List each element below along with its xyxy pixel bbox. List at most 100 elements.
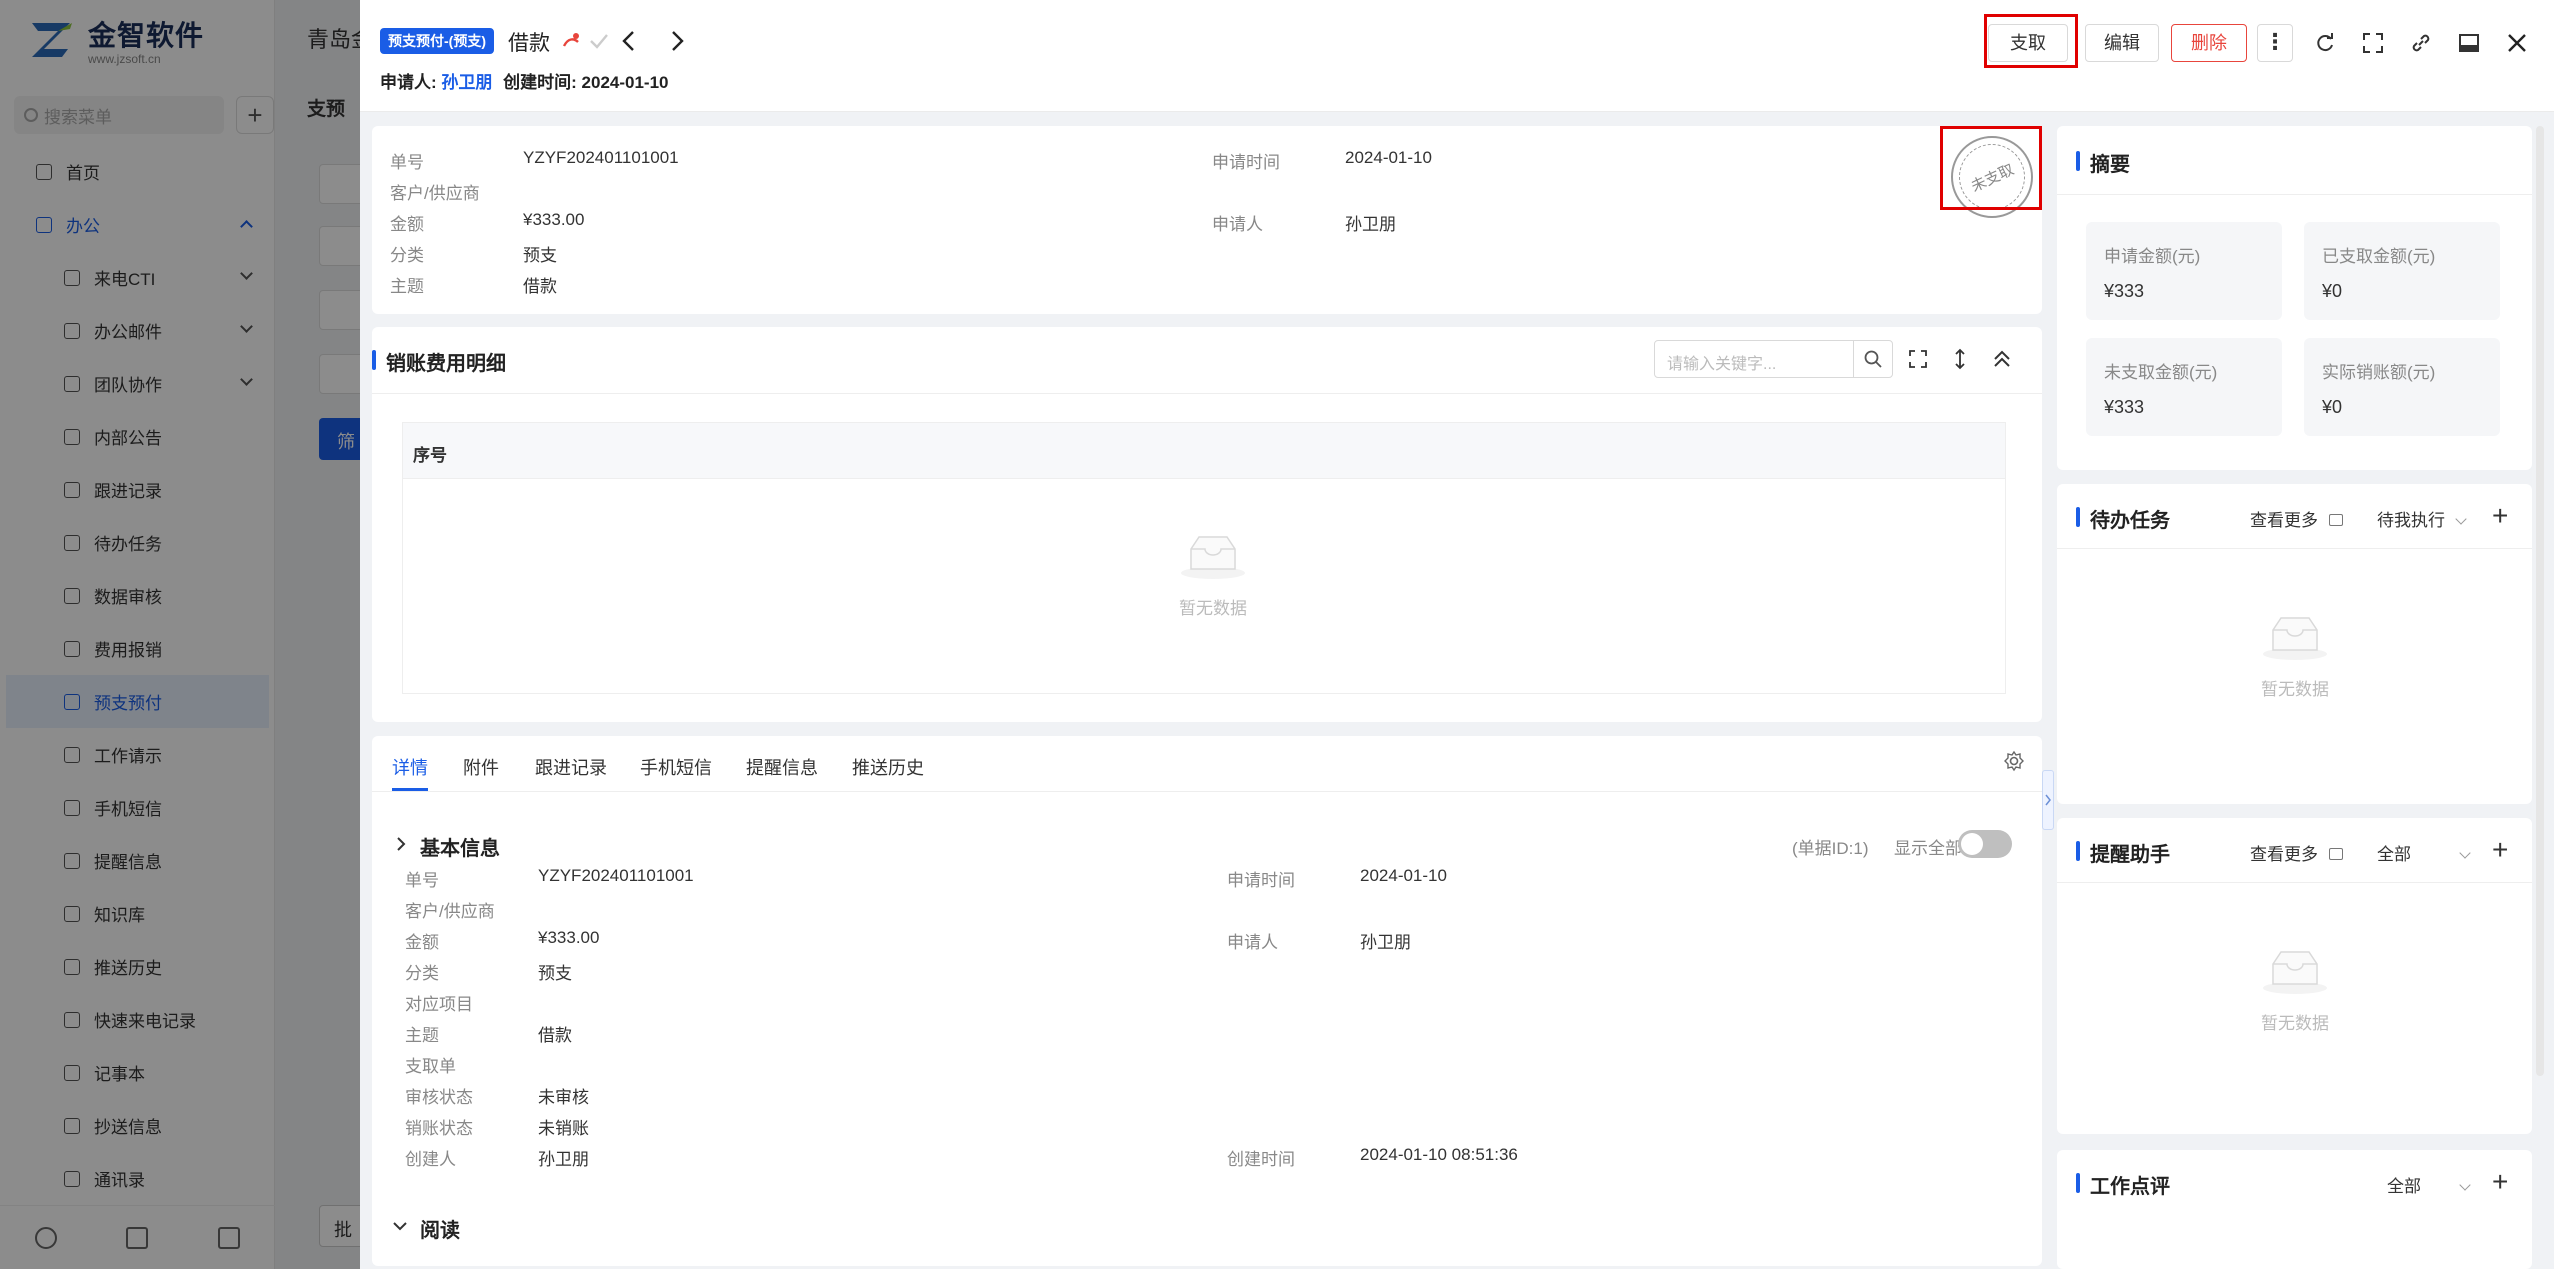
chevron-right-icon <box>2045 794 2051 806</box>
rename-icon[interactable] <box>560 30 582 52</box>
external-icon <box>2328 514 2343 526</box>
todo-card: 待办任务 查看更多 待我执行 + 暂无数据 <box>2057 484 2532 804</box>
chevron-down-icon <box>2459 1179 2471 1191</box>
todo-filter-select[interactable]: 待我执行 <box>2377 506 2467 531</box>
drawer-header: 预支预付-(预支) 借款 申请人: 孙卫朋 创建时间: 2024-01-10 支… <box>360 0 2554 112</box>
delete-button[interactable]: 删除 <box>2171 24 2247 62</box>
basic-writeoff-value: 未销账 <box>538 1119 589 1138</box>
applicant-link[interactable]: 孙卫朋 <box>441 73 492 92</box>
chevron-down-icon <box>2459 847 2471 859</box>
divider <box>2057 548 2532 549</box>
summary-stat-paid: 已支取金额(元) ¥0 <box>2304 222 2500 320</box>
link-icon[interactable] <box>2404 26 2438 60</box>
divider <box>372 393 2042 394</box>
writeoff-detail-title: 销账费用明细 <box>372 347 506 376</box>
basic-doc-no-value: YZYF202401101001 <box>538 866 694 885</box>
more-button[interactable]: ⋮ <box>2257 24 2293 62</box>
doc-title: 借款 <box>508 32 550 55</box>
edit-button[interactable]: 编辑 <box>2085 24 2159 62</box>
review-add-button[interactable]: + <box>2492 1168 2508 1196</box>
basic-applicant-value: 孙卫朋 <box>1360 933 1411 952</box>
divider <box>2057 882 2532 883</box>
reminder-empty-state: 暂无数据 <box>2245 948 2345 1034</box>
tab-details[interactable]: 详情 <box>392 754 428 791</box>
empty-box-icon <box>1181 536 1245 579</box>
basic-subject-value: 借款 <box>538 1026 572 1045</box>
basic-apply-time-value: 2024-01-10 <box>1360 866 1447 885</box>
chevron-right-icon[interactable] <box>394 836 408 852</box>
detail-search-button[interactable] <box>1853 340 1893 378</box>
reminder-view-more[interactable]: 查看更多 <box>2250 840 2343 865</box>
panel-splitter-handle[interactable] <box>2042 770 2054 830</box>
check-icon[interactable] <box>588 30 610 52</box>
fullscreen-icon[interactable] <box>2356 26 2390 60</box>
detail-tabs: 详情 附件 跟进记录 手机短信 提醒信息 推送历史 <box>372 736 2042 792</box>
basic-creator-label: 创建人 <box>405 1150 456 1169</box>
detail-search-input[interactable]: 请输入关键字... <box>1654 340 1854 378</box>
tab-reminders[interactable]: 提醒信息 <box>746 754 818 780</box>
collapse-up-icon[interactable] <box>1991 347 2013 371</box>
read-section-title[interactable]: 阅读 <box>420 1214 460 1243</box>
plus-icon: + <box>2492 1166 2509 1197</box>
category-value: 预支 <box>523 246 557 265</box>
empty-text: 暂无数据 <box>1179 599 1247 618</box>
todo-title: 待办任务 <box>2076 504 2170 533</box>
category-label: 分类 <box>390 246 424 265</box>
summary-stat-writeoff: 实际销账额(元) ¥0 <box>2304 338 2500 436</box>
show-all-toggle[interactable] <box>1958 830 2012 858</box>
todo-add-button[interactable]: + <box>2492 502 2508 530</box>
more-vertical-icon: ⋮ <box>2264 29 2286 54</box>
column-height-icon[interactable] <box>1950 348 1970 370</box>
reminder-filter-select[interactable]: 全部 <box>2377 840 2471 865</box>
highlight-box <box>1940 126 2042 210</box>
chevron-left-icon[interactable] <box>618 29 640 53</box>
divider <box>2057 194 2532 195</box>
table-empty-state: 暂无数据 <box>1163 533 1263 619</box>
plus-icon: + <box>2492 500 2509 531</box>
doc-type-tag: 预支预付-(预支) <box>380 28 494 54</box>
gear-icon[interactable] <box>2003 750 2025 772</box>
basic-apply-time-label: 申请时间 <box>1227 871 1295 890</box>
todo-empty-state: 暂无数据 <box>2245 614 2345 700</box>
writeoff-detail-card: 销账费用明细 序号 暂无数据 <box>372 327 2042 722</box>
basic-project-label: 对应项目 <box>405 995 473 1014</box>
basic-audit-value: 未审核 <box>538 1088 589 1107</box>
basic-category-value: 预支 <box>538 964 572 983</box>
search-icon <box>1864 350 1882 368</box>
customer-label: 客户/供应商 <box>390 184 480 203</box>
basic-pay-doc-label: 支取单 <box>405 1057 456 1076</box>
review-filter-select[interactable]: 全部 <box>2387 1172 2471 1197</box>
doc-meta-line: 申请人: 孙卫朋 创建时间: 2024-01-10 <box>380 68 669 93</box>
right-panel-scrollbar[interactable] <box>2536 126 2544 1076</box>
empty-box-icon <box>2263 617 2327 660</box>
basic-info-title[interactable]: 基本信息 <box>420 832 500 861</box>
tab-sms[interactable]: 手机短信 <box>640 754 712 780</box>
tab-push-history[interactable]: 推送历史 <box>852 754 924 780</box>
summary-stat-unpaid: 未支取金额(元) ¥333 <box>2086 338 2282 436</box>
highlight-box <box>1984 14 2078 68</box>
basic-doc-no-label: 单号 <box>405 871 439 890</box>
expand-icon[interactable] <box>1908 349 1928 369</box>
refresh-icon[interactable] <box>2308 26 2342 60</box>
writeoff-table: 序号 暂无数据 <box>402 422 2006 694</box>
apply-time-label: 申请时间 <box>1212 153 1280 172</box>
chevron-down-icon <box>2455 513 2467 525</box>
subject-label: 主题 <box>390 277 424 296</box>
tab-attachments[interactable]: 附件 <box>463 754 499 780</box>
tab-followup[interactable]: 跟进记录 <box>535 754 607 780</box>
dock-panel-icon[interactable] <box>2452 26 2486 60</box>
doc-no-value: YZYF202401101001 <box>523 148 679 167</box>
basic-writeoff-label: 销账状态 <box>405 1119 473 1138</box>
table-header-seq: 序号 <box>403 423 2005 479</box>
review-title: 工作点评 <box>2076 1170 2170 1199</box>
chevron-down-icon[interactable] <box>392 1219 408 1233</box>
chevron-right-icon[interactable] <box>666 29 688 53</box>
todo-view-more[interactable]: 查看更多 <box>2250 506 2343 531</box>
summary-card: 摘要 申请金额(元) ¥333 已支取金额(元) ¥0 未支取金额(元) ¥33… <box>2057 126 2532 470</box>
doc-id-label: (单据ID:1) <box>1792 839 1869 858</box>
close-icon[interactable] <box>2500 26 2534 60</box>
created-label: 创建时间: <box>503 73 577 92</box>
reminder-add-button[interactable]: + <box>2492 836 2508 864</box>
summary-stat-applied: 申请金额(元) ¥333 <box>2086 222 2282 320</box>
external-icon <box>2328 848 2343 860</box>
